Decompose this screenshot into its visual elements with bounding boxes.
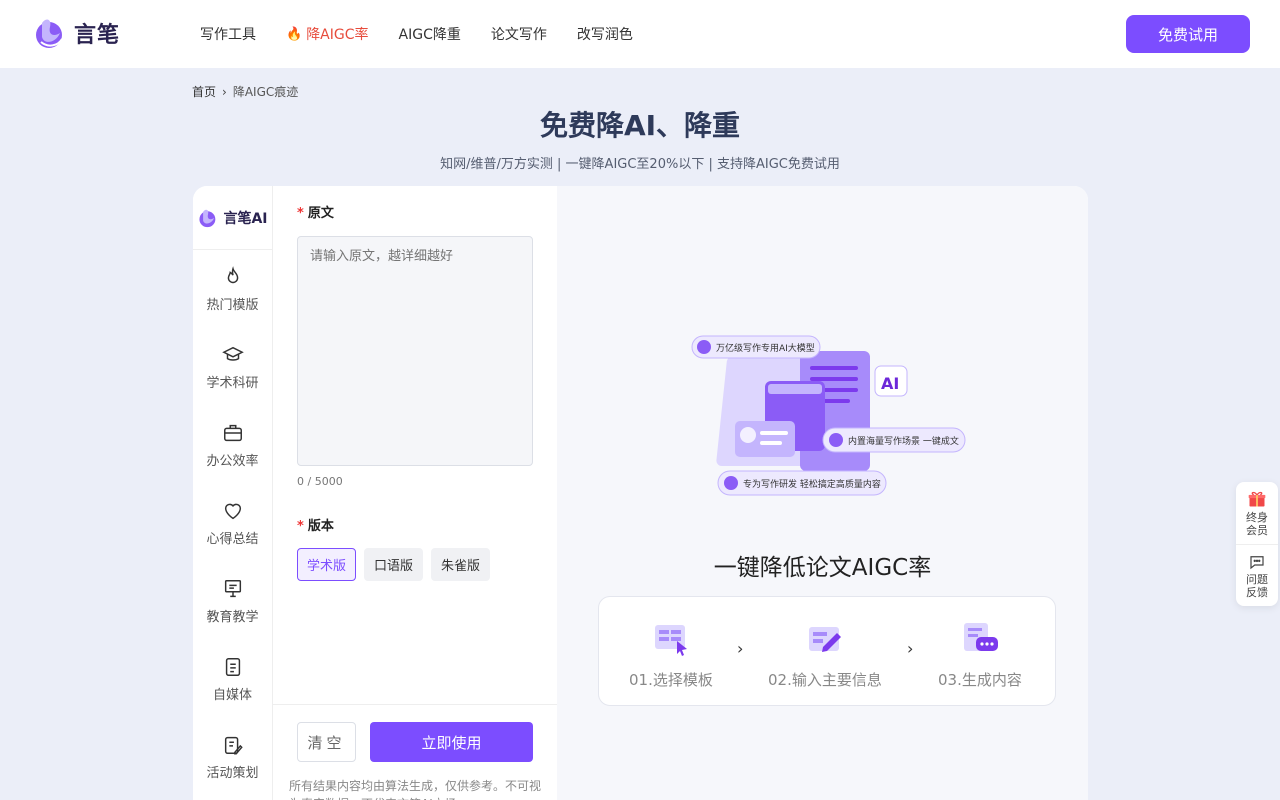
logo-icon: [36, 19, 63, 48]
sidebar-item-academic[interactable]: 学术科研: [193, 328, 272, 406]
nav-rewrite-polish[interactable]: 改写润色: [577, 24, 633, 44]
sidebar-item-label: 心得总结: [206, 531, 259, 547]
input-form: *原文 0 / 5000 *版本 学术版 口语版 朱雀版 清空 立即使用 所有结…: [273, 186, 557, 800]
required-mark: *: [297, 519, 304, 534]
step-label: 02.输入主要信息: [768, 671, 882, 689]
tool-card: 言笔AI 热门模版 学术科研 办公效率 心得总结 教育教学 自媒体 活动策划 *…: [193, 186, 1088, 800]
breadcrumb: 首页 › 降AIGC痕迹: [192, 83, 298, 100]
char-counter: 0 / 5000: [297, 475, 343, 488]
nav-label: 降AIGC率: [306, 27, 369, 43]
nav-label: 改写润色: [576, 27, 633, 43]
sidebar-item-office[interactable]: 办公效率: [193, 406, 272, 484]
sidebar-item-label: 热门模版: [206, 297, 259, 313]
sidebar-item-media[interactable]: 自媒体: [193, 640, 272, 718]
original-text-input[interactable]: [297, 236, 533, 466]
category-sidebar: 言笔AI 热门模版 学术科研 办公效率 心得总结 教育教学 自媒体 活动策划: [193, 186, 273, 800]
main-nav: 写作工具 🔥 降AIGC率 AIGC降重 论文写作 改写润色: [200, 0, 633, 68]
badge-scenes: 内置海量写作场景 一键成文: [848, 435, 959, 447]
nav-paper-writing[interactable]: 论文写作: [491, 24, 547, 44]
form-footer: 清空 立即使用 所有结果内容均由算法生成，仅供参考。不可视为真实数据，不代表言笔…: [273, 704, 557, 800]
fire-icon: 🔥: [286, 26, 303, 42]
version-colloquial[interactable]: 口语版: [364, 548, 424, 581]
required-mark: *: [297, 206, 304, 221]
free-trial-button[interactable]: 免费试用: [1126, 15, 1250, 53]
step-generate: 03.生成内容: [938, 619, 1022, 690]
sidebar-item-label: 办公效率: [206, 453, 259, 469]
logo[interactable]: 言笔: [32, 15, 120, 51]
feedback-button[interactable]: 问题反馈: [1236, 544, 1278, 606]
edit-icon: [808, 627, 841, 652]
step-select-template: 01.选择模板: [629, 619, 713, 690]
clipboard-pen-icon: [224, 736, 243, 754]
nav-label: 写作工具: [200, 27, 256, 43]
badge-quality: 专为写作研发 轻松搞定高质量内容: [743, 478, 881, 490]
chevron-right-icon: ›: [737, 639, 744, 658]
chevron-right-icon: ›: [222, 84, 227, 99]
badge-model: 万亿级写作专用AI大模型: [716, 342, 815, 354]
step-input-info: 02.输入主要信息: [768, 619, 882, 690]
nav-writing-tools[interactable]: 写作工具: [200, 24, 256, 44]
sidebar-item-label: 教育教学: [206, 609, 259, 625]
nav-aigc-dedupe[interactable]: AIGC降重: [399, 24, 461, 44]
heart-icon: [224, 503, 241, 519]
fire-icon: [227, 265, 238, 283]
step-label: 03.生成内容: [938, 671, 1022, 689]
sidebar-logo: 言笔AI: [193, 186, 272, 250]
sidebar-item-label: 自媒体: [212, 687, 252, 703]
float-label: 终身会员: [1246, 511, 1268, 537]
lifetime-member-button[interactable]: 终身会员: [1236, 482, 1278, 544]
breadcrumb-current: 降AIGC痕迹: [232, 85, 299, 99]
preview-title: 一键降低论文AIGC率: [713, 555, 932, 581]
chevron-right-icon: ›: [907, 639, 914, 658]
float-label: 问题反馈: [1246, 572, 1268, 599]
sidebar-item-label: 学术科研: [206, 375, 259, 391]
original-text-label: * 原文: [297, 202, 334, 221]
ai-writing-illustration: AI 万亿级写作专用AI大模型 内置海量写作场景 一键成文 专为写作研发 轻松搞…: [691, 335, 966, 496]
version-label: * 版本: [297, 515, 334, 534]
chat-icon: [963, 623, 998, 651]
breadcrumb-home[interactable]: 首页: [192, 83, 216, 100]
sidebar-item-events[interactable]: 活动策划: [193, 718, 272, 796]
disclaimer-text: 所有结果内容均由算法生成，仅供参考。不可视为真实数据，不代表言笔AI立场。: [289, 779, 542, 800]
feedback-icon: [1250, 555, 1264, 569]
sidebar-logo-text: 言笔AI: [223, 210, 268, 227]
presentation-board-icon: [224, 579, 241, 597]
label-text: 版本: [307, 519, 334, 534]
label-text: 原文: [307, 206, 334, 221]
nav-label: 论文写作: [490, 27, 547, 43]
steps-panel: 01.选择模板 › 02.输入主要信息 › 03.生成内容: [598, 596, 1056, 706]
top-navbar: 言笔 写作工具 🔥 降AIGC率 AIGC降重 论文写作 改写润色 免费试用: [0, 0, 1280, 68]
use-now-button[interactable]: 立即使用: [370, 722, 533, 762]
sidebar-item-summary[interactable]: 心得总结: [193, 484, 272, 562]
nav-label: AIGC降重: [398, 27, 461, 43]
version-academic[interactable]: 学术版: [297, 548, 357, 581]
logo-icon: [199, 209, 216, 227]
logo-text: 言笔: [74, 23, 121, 48]
floating-widget: 终身会员 问题反馈: [1236, 482, 1278, 606]
nav-reduce-aigc[interactable]: 🔥 降AIGC率: [286, 24, 369, 44]
sidebar-item-label: 活动策划: [206, 765, 259, 781]
version-zhuque[interactable]: 朱雀版: [431, 548, 491, 581]
graduation-cap-icon: [221, 346, 244, 361]
sidebar-item-hot-templates[interactable]: 热门模版: [193, 250, 272, 328]
step-label: 01.选择模板: [629, 671, 713, 689]
version-options: 学术版 口语版 朱雀版: [297, 548, 491, 581]
briefcase-icon: [223, 424, 242, 441]
page-title: 免费降AI、降重: [539, 109, 741, 142]
clear-button[interactable]: 清空: [297, 722, 356, 762]
document-icon: [225, 657, 240, 676]
sidebar-item-education[interactable]: 教育教学: [193, 562, 272, 640]
page-subtitle: 知网/维普/万方实测 | 一键降AIGC至20%以下 | 支持降AIGC免费试用: [440, 157, 840, 172]
result-preview: AI 万亿级写作专用AI大模型 内置海量写作场景 一键成文 专为写作研发 轻松搞…: [557, 186, 1088, 800]
gift-icon: [1248, 491, 1266, 507]
template-icon: [654, 625, 687, 656]
ai-tag: AI: [881, 374, 899, 393]
